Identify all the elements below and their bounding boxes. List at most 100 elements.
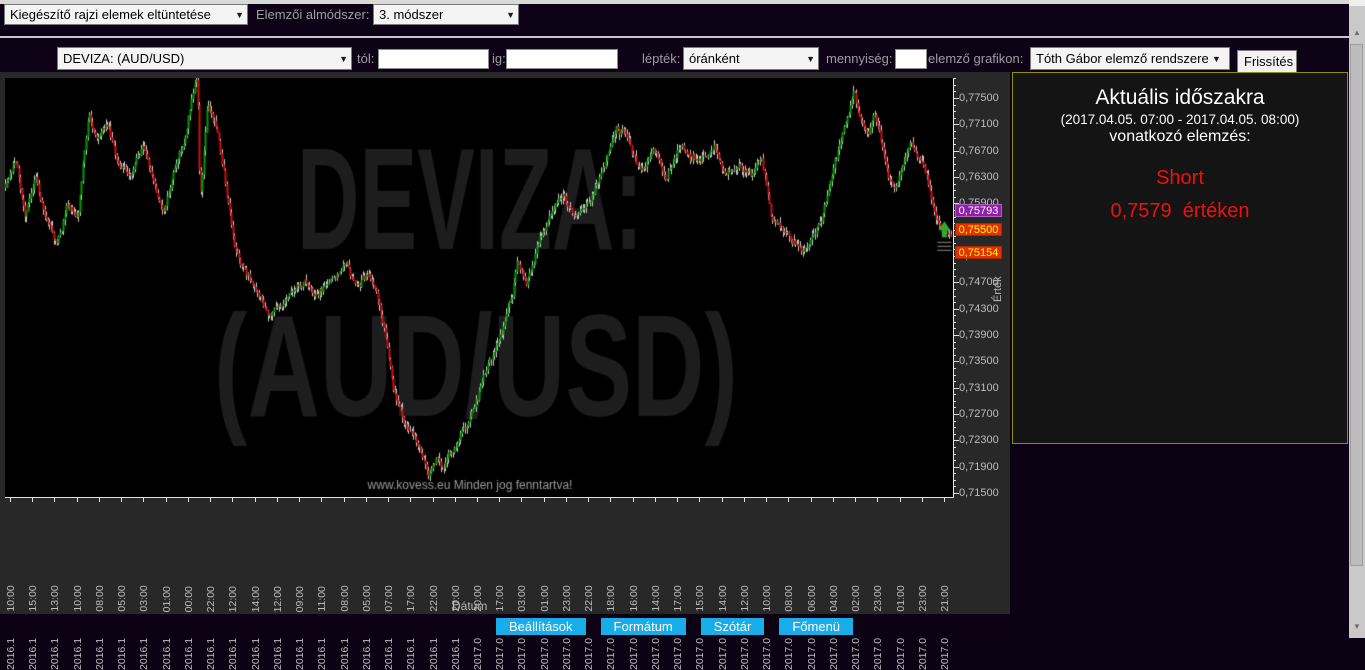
x-tick [121, 498, 122, 502]
chevron-down-icon: ▼ [235, 10, 244, 20]
scroll-down-icon[interactable]: ▼ [1349, 620, 1365, 634]
chevron-down-icon: ▼ [506, 10, 515, 20]
y-tick-label: 0,72700 [959, 408, 999, 420]
x-tick [877, 498, 878, 502]
x-tick [655, 498, 656, 502]
y-tick [954, 375, 956, 376]
x-tick [633, 498, 634, 502]
y-tick [954, 460, 956, 461]
from-date-input[interactable] [378, 49, 489, 69]
price-marker: 0,75500 [955, 223, 1002, 236]
y-tick [954, 407, 956, 408]
scale-select-value: óránként [689, 51, 802, 66]
x-tick [766, 498, 767, 502]
candlestick-chart: 0,775000,771000,767000,763000,759000,755… [0, 72, 1010, 614]
signal-price: 0,7579 értéken [1013, 200, 1347, 223]
y-tick-label: 0,74300 [959, 303, 999, 315]
x-tick [922, 498, 923, 502]
x-tick [944, 498, 945, 502]
analyzer-select-value: Tóth Gábor elemző rendszere [1036, 51, 1208, 66]
y-tick [954, 144, 956, 145]
y-tick [954, 401, 956, 402]
y-tick [954, 381, 956, 382]
quantity-input[interactable] [895, 49, 927, 69]
x-tick [299, 498, 300, 502]
x-tick [166, 498, 167, 502]
x-tick [77, 498, 78, 502]
y-tick [954, 236, 956, 237]
y-tick [954, 276, 956, 277]
y-tick [954, 480, 956, 481]
x-tick [499, 498, 500, 502]
settings-button[interactable]: Beállítások [496, 618, 586, 635]
y-tick [954, 190, 956, 191]
y-tick [954, 486, 956, 487]
to-label: ig: [492, 48, 506, 70]
x-tick [10, 498, 11, 502]
panel-period: (2017.04.05. 07:00 - 2017.04.05. 08:00) [1013, 112, 1347, 127]
x-tick [900, 498, 901, 502]
x-tick [99, 498, 100, 502]
y-tick-label: 0,76300 [959, 171, 999, 183]
x-tick [410, 498, 411, 502]
y-tick [954, 105, 956, 106]
y-tick [954, 394, 956, 395]
scroll-up-icon[interactable]: ▲ [1349, 26, 1365, 40]
x-tick [544, 498, 545, 502]
signal-text: Short [1013, 167, 1347, 190]
chevron-down-icon: ▼ [1212, 54, 1221, 64]
instrument-select-value: DEVIZA: (AUD/USD) [63, 51, 335, 66]
scale-select[interactable]: óránként ▼ [683, 47, 819, 70]
y-tick [954, 302, 956, 303]
x-tick [855, 498, 856, 502]
y-tick [954, 322, 956, 323]
y-tick [954, 78, 956, 79]
draw-elements-select[interactable]: Kiegészítő rajzi elemek eltüntetése ▼ [4, 4, 248, 25]
y-tick [954, 138, 956, 139]
y-tick [954, 170, 956, 171]
to-date-input[interactable] [506, 49, 618, 69]
y-tick [954, 355, 956, 356]
analyzer-select[interactable]: Tóth Gábor elemző rendszere ▼ [1030, 47, 1230, 70]
x-tick [566, 498, 567, 502]
x-tick [277, 498, 278, 502]
panel-subtitle: vonatkozó elemzés: [1013, 128, 1347, 146]
y-tick [954, 197, 956, 198]
from-label: tól: [357, 48, 374, 70]
y-tick [954, 368, 956, 369]
y-axis-line [953, 78, 954, 498]
y-tick [954, 315, 956, 316]
y-tick [954, 217, 956, 218]
x-tick [455, 498, 456, 502]
y-tick [954, 289, 956, 290]
chevron-down-icon: ▼ [339, 54, 348, 64]
main-menu-button[interactable]: Főmenü [779, 618, 853, 635]
y-tick [954, 184, 956, 185]
panel-title: Aktuális időszakra [1013, 86, 1347, 110]
format-button[interactable]: Formátum [601, 618, 686, 635]
x-tick [388, 498, 389, 502]
y-tick [954, 328, 956, 329]
x-tick [788, 498, 789, 502]
chart-plot-area[interactable] [5, 78, 953, 497]
x-tick [188, 498, 189, 502]
refresh-button[interactable]: Frissítés [1237, 50, 1297, 73]
x-tick [677, 498, 678, 502]
scrollbar[interactable]: ▲ ▼ [1349, 0, 1365, 638]
y-tick [954, 269, 956, 270]
y-axis-title: Érték [992, 276, 1004, 302]
y-tick [954, 243, 956, 244]
scrollbar-top-cap [1349, 0, 1365, 6]
x-tick [521, 498, 522, 502]
scrollbar-thumb[interactable] [1350, 44, 1363, 566]
y-tick [954, 473, 956, 474]
instrument-select[interactable]: DEVIZA: (AUD/USD) ▼ [57, 47, 352, 70]
submethod-select[interactable]: 3. módszer ▼ [373, 4, 519, 25]
y-tick [954, 454, 956, 455]
x-tick [32, 498, 33, 502]
dictionary-button[interactable]: Szótár [701, 618, 765, 635]
submethod-label: Elemzői almódszer: [256, 4, 369, 26]
y-tick [954, 434, 956, 435]
y-tick-label: 0,71500 [959, 487, 999, 499]
y-tick-label: 0,73500 [959, 355, 999, 367]
